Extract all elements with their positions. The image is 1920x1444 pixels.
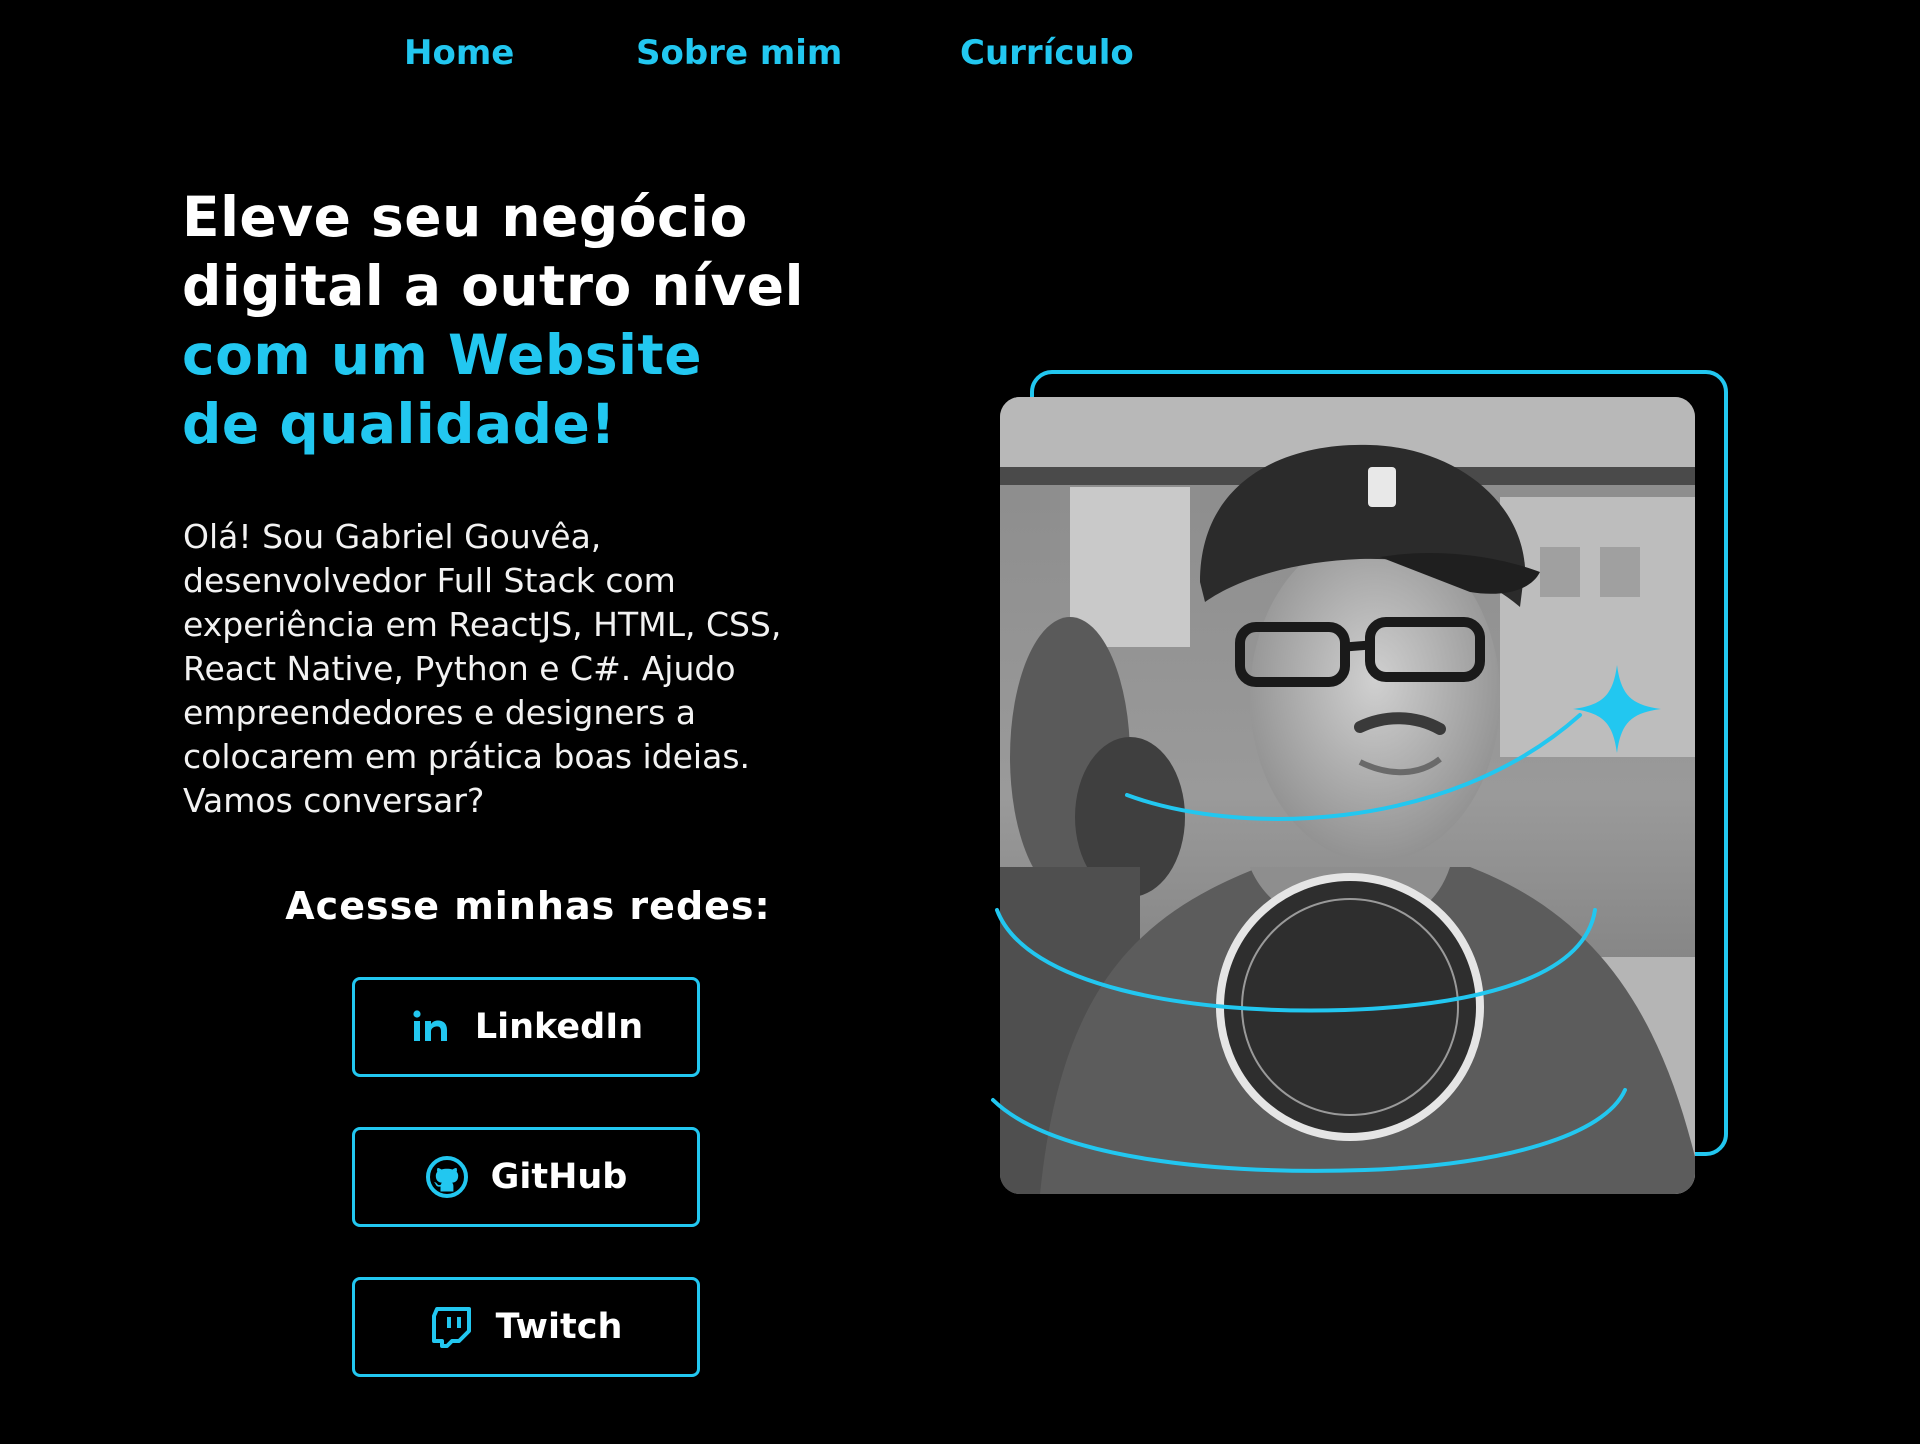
intro-paragraph: Olá! Sou Gabriel Gouvêa, desenvolvedor F… bbox=[183, 515, 883, 823]
hero-title-line: digital a outro nível bbox=[182, 254, 804, 318]
linkedin-button[interactable]: LinkedIn bbox=[352, 977, 700, 1077]
github-icon bbox=[425, 1155, 469, 1199]
hero-title-accent-line: de qualidade! bbox=[182, 392, 616, 456]
profile-photo bbox=[1000, 397, 1695, 1194]
intro-line: desenvolvedor Full Stack com bbox=[183, 561, 676, 600]
intro-line: Vamos conversar? bbox=[183, 781, 485, 820]
nav-sobre-mim-link[interactable]: Sobre mim bbox=[636, 28, 842, 78]
linkedin-icon bbox=[409, 1005, 453, 1049]
intro-line: empreendedores e designers a bbox=[183, 693, 697, 732]
intro-line: Olá! Sou Gabriel Gouvêa, bbox=[183, 517, 602, 556]
twitch-icon bbox=[430, 1305, 474, 1349]
intro-line: colocarem em prática boas ideias. bbox=[183, 737, 751, 776]
profile-photo-container bbox=[985, 365, 1735, 1225]
github-button-label: GitHub bbox=[490, 1157, 628, 1197]
intro-line: experiência em ReactJS, HTML, CSS, bbox=[183, 605, 782, 644]
linkedin-button-label: LinkedIn bbox=[474, 1007, 644, 1047]
intro-line: React Native, Python e C#. Ajudo bbox=[183, 649, 736, 688]
nav-home-link[interactable]: Home bbox=[404, 28, 514, 78]
hero-title-accent-line: com um Website bbox=[182, 323, 703, 387]
twitch-button-label: Twitch bbox=[495, 1307, 623, 1347]
hero-title-line: Eleve seu negócio bbox=[182, 185, 748, 249]
twitch-button[interactable]: Twitch bbox=[352, 1277, 700, 1377]
github-button[interactable]: GitHub bbox=[352, 1127, 700, 1227]
hero-title: Eleve seu negócio digital a outro nível … bbox=[182, 183, 902, 459]
social-heading: Acesse minhas redes: bbox=[285, 884, 771, 928]
nav-curriculo-link[interactable]: Currículo bbox=[960, 28, 1134, 78]
top-nav: Home Sobre mim Currículo bbox=[0, 28, 1920, 78]
